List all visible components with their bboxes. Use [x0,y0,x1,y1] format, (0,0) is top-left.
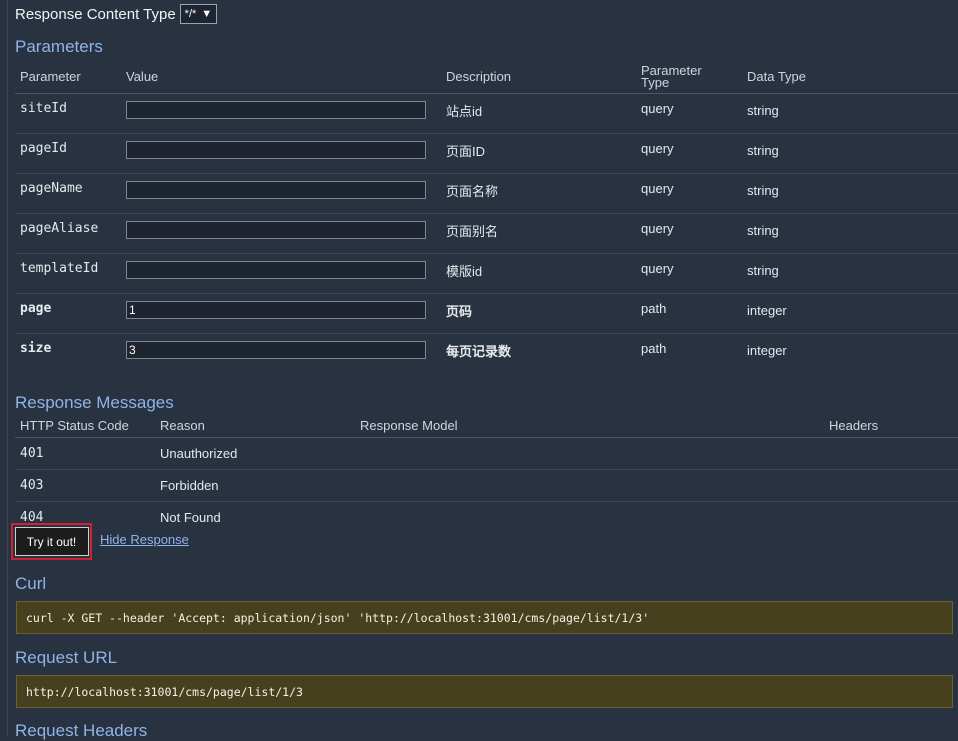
param-value-cell [121,93,441,134]
param-value-cell [121,334,441,374]
param-value-cell [121,213,441,254]
param-value-cell [121,293,441,334]
response-headers [824,469,958,502]
param-data-type: string [742,173,958,214]
response-model [355,469,824,502]
request-headers-title: Request Headers [15,721,148,740]
response-row: 403 Forbidden [15,469,958,502]
response-reason: Forbidden [155,469,355,502]
param-row: siteId 站点id query string [15,93,958,134]
param-type: path [636,293,742,334]
col-parameter: Parameter [15,61,121,94]
param-name: size [20,341,52,356]
operation-panel: Response Content Type */* ▼ Parameters P… [7,0,958,740]
response-row: 404 Not Found [15,502,958,534]
param-type: query [636,213,742,254]
param-type: path [641,341,667,356]
param-row: templateId 模版id query string [15,253,958,294]
try-it-out-highlight: Try it out! [11,523,92,560]
response-content-type: Response Content Type */* ▼ [15,4,218,24]
curl-title: Curl [15,574,47,593]
col-headers: Headers [824,413,958,438]
param-row: size 每页记录数 path integer [15,334,958,374]
curl-command-box[interactable]: curl -X GET --header 'Accept: applicatio… [16,601,953,634]
col-parameter-type-line2: Type [641,75,670,90]
param-value-cell [121,173,441,214]
param-name: siteId [15,93,121,134]
param-value-input[interactable] [126,141,426,159]
param-value-input[interactable] [126,181,426,199]
param-description: 模版id [441,253,636,294]
param-data-type: string [742,213,958,254]
col-data-type: Data Type [742,61,958,94]
param-type: query [636,93,742,134]
request-url-title: Request URL [15,648,118,667]
col-parameter-type: Parameter Type [636,61,742,94]
chevron-down-icon: ▼ [201,8,213,20]
param-row: page 页码 path integer [15,293,958,334]
parameters-header-row: Parameter Value Description Parameter Ty… [15,61,958,94]
response-model [355,437,824,470]
param-type: query [636,133,742,174]
response-header-row: HTTP Status Code Reason Response Model H… [15,413,958,438]
param-description: 页面名称 [441,173,636,214]
parameters-table: Parameter Value Description Parameter Ty… [15,61,958,374]
response-model [355,502,824,534]
response-row: 401 Unauthorized [15,437,958,470]
param-description: 页面别名 [441,213,636,254]
param-row: pageName 页面名称 query string [15,173,958,214]
param-value-input[interactable] [126,101,426,119]
response-messages-table: HTTP Status Code Reason Response Model H… [15,413,958,533]
param-description: 每页记录数 [446,344,512,359]
param-description: 页面ID [441,133,636,174]
try-it-out-button[interactable]: Try it out! [14,527,89,556]
param-data-type: integer [747,343,787,358]
response-reason: Not Found [160,510,221,525]
response-headers [824,437,958,470]
response-content-type-value: */* [184,8,197,20]
response-content-type-label: Response Content Type [15,5,176,23]
param-row: pageAliase 页面别名 query string [15,213,958,254]
col-http-status: HTTP Status Code [15,413,155,438]
param-name: pageName [15,173,121,214]
param-data-type: string [742,133,958,174]
hide-response-link[interactable]: Hide Response [100,532,189,547]
param-type: query [636,253,742,294]
param-value-cell [121,133,441,174]
col-description: Description [441,61,636,94]
param-data-type: string [742,93,958,134]
response-status: 401 [15,437,155,470]
param-name: templateId [15,253,121,294]
param-type: query [636,173,742,214]
response-reason: Unauthorized [155,437,355,470]
param-name: pageAliase [15,213,121,254]
col-reason: Reason [155,413,355,438]
param-value-input[interactable] [126,301,426,319]
request-url-box[interactable]: http://localhost:31001/cms/page/list/1/3 [16,675,953,708]
response-messages-title: Response Messages [15,393,174,412]
response-content-type-select[interactable]: */* ▼ [179,4,218,24]
param-value-input[interactable] [126,341,426,359]
param-value-input[interactable] [126,221,426,239]
param-value-cell [121,253,441,294]
param-data-type: integer [742,293,958,334]
response-headers [824,502,958,534]
param-description: 站点id [441,93,636,134]
param-name: page [15,293,121,334]
param-value-input[interactable] [126,261,426,279]
param-data-type: string [742,253,958,294]
param-description: 页码 [441,293,636,334]
col-value: Value [121,61,441,94]
parameters-title: Parameters [15,37,103,56]
response-status: 403 [15,469,155,502]
param-name: pageId [15,133,121,174]
col-response-model: Response Model [355,413,824,438]
param-row: pageId 页面ID query string [15,133,958,174]
